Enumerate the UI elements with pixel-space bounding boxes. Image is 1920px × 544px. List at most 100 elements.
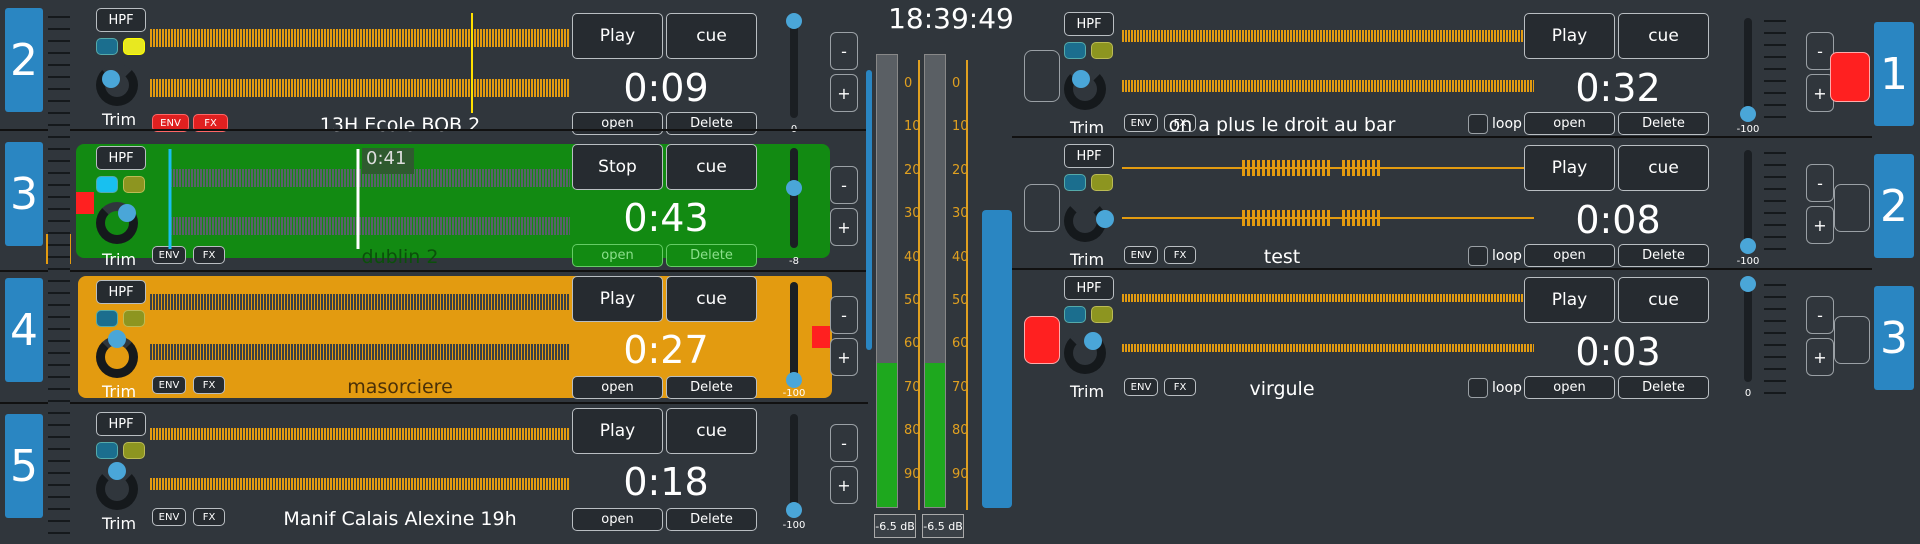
clock: 18:39:49	[888, 2, 1014, 35]
volume-slider[interactable]	[790, 18, 798, 118]
color-chip-blue[interactable]	[1064, 42, 1086, 59]
play-button[interactable]: Play	[572, 13, 663, 59]
waveform[interactable]	[1122, 144, 1534, 240]
color-chip-blue[interactable]	[96, 310, 118, 327]
waveform[interactable]	[150, 408, 570, 508]
volume-slider-knob[interactable]	[786, 13, 802, 29]
hpf-button[interactable]: HPF	[96, 412, 146, 436]
waveform[interactable]	[150, 144, 570, 250]
waveform[interactable]	[1122, 12, 1534, 108]
volume-slider-knob[interactable]	[786, 372, 802, 388]
play-button[interactable]: Play	[572, 276, 663, 322]
right-db-readout: -6.5 dB	[922, 514, 964, 538]
master-fader[interactable]	[982, 210, 1012, 508]
deck-number[interactable]: 2	[1874, 154, 1914, 258]
cue-button[interactable]: cue	[1618, 277, 1709, 323]
volume-slider[interactable]	[790, 282, 798, 382]
cue-button[interactable]: cue	[666, 144, 757, 190]
waveform[interactable]	[150, 8, 570, 114]
delete-button[interactable]: Delete	[1618, 244, 1709, 267]
deck-status-box[interactable]	[1024, 184, 1060, 232]
hpf-button[interactable]: HPF	[96, 146, 146, 170]
volume-slider[interactable]	[790, 148, 798, 248]
deck-number[interactable]: 1	[1874, 22, 1914, 126]
hpf-button[interactable]: HPF	[1064, 276, 1114, 300]
minus-button[interactable]: -	[830, 32, 858, 70]
deck-status-box[interactable]	[1834, 184, 1870, 232]
plus-button[interactable]: +	[830, 74, 858, 112]
play-button[interactable]: Play	[1524, 13, 1615, 59]
hpf-button[interactable]: HPF	[1064, 12, 1114, 36]
waveform[interactable]	[1122, 276, 1534, 372]
plus-button[interactable]: +	[1806, 206, 1834, 244]
open-button[interactable]: open	[1524, 244, 1615, 267]
deck-status-red[interactable]	[1830, 52, 1870, 102]
color-chip-yellow[interactable]	[123, 310, 145, 327]
plus-button[interactable]: +	[1806, 338, 1834, 376]
hpf-button[interactable]: HPF	[96, 280, 146, 304]
volume-slider-knob[interactable]	[1740, 276, 1756, 292]
scroll-indicator[interactable]	[866, 70, 872, 350]
loop-label: loop	[1492, 248, 1522, 264]
volume-slider-knob[interactable]	[1740, 238, 1756, 254]
deck-status-box[interactable]	[1834, 316, 1870, 364]
deck-status-red[interactable]	[1024, 316, 1060, 364]
hpf-button[interactable]: HPF	[1064, 144, 1114, 168]
env-button[interactable]: ENV	[152, 376, 186, 394]
color-chip-yellow[interactable]	[123, 442, 145, 459]
color-chip-blue[interactable]	[96, 442, 118, 459]
cue-button[interactable]: cue	[666, 13, 757, 59]
deck-status-box[interactable]	[1024, 50, 1060, 102]
delete-button[interactable]: Delete	[1618, 112, 1709, 135]
color-chip-blue[interactable]	[1064, 306, 1086, 323]
minus-button[interactable]: -	[1806, 296, 1834, 334]
deck-number[interactable]: 2	[5, 8, 43, 112]
volume-slider[interactable]	[1744, 150, 1752, 250]
volume-slider-knob[interactable]	[1740, 106, 1756, 122]
cue-button[interactable]: cue	[1618, 13, 1709, 59]
minus-button[interactable]: -	[830, 166, 858, 204]
color-chip-yellow[interactable]	[1091, 42, 1113, 59]
meter-scale-label: 0	[904, 76, 913, 91]
open-button[interactable]: open	[1524, 376, 1615, 399]
volume-slider[interactable]	[1744, 282, 1752, 382]
time-display: 0:03	[1575, 330, 1661, 374]
plus-button[interactable]: +	[830, 466, 858, 504]
volume-slider[interactable]	[1744, 18, 1752, 118]
minus-button[interactable]: -	[830, 424, 858, 462]
deck-number[interactable]: 3	[5, 142, 43, 246]
deck-number[interactable]: 4	[5, 278, 43, 382]
minus-button[interactable]: -	[830, 296, 858, 334]
volume-label: 0	[1744, 388, 1752, 399]
stop-button[interactable]: Stop	[572, 144, 663, 190]
minus-button[interactable]: -	[1806, 164, 1834, 202]
hpf-button[interactable]: HPF	[96, 8, 146, 32]
play-button[interactable]: Play	[572, 408, 663, 454]
plus-button[interactable]: +	[830, 338, 858, 376]
play-button[interactable]: Play	[1524, 145, 1615, 191]
env-button[interactable]: ENV	[152, 508, 186, 526]
color-chip-blue[interactable]	[96, 176, 118, 193]
cue-button[interactable]: cue	[666, 408, 757, 454]
deck-number[interactable]: 3	[1874, 286, 1914, 390]
volume-slider-knob[interactable]	[786, 502, 802, 518]
delete-button[interactable]: Delete	[1618, 376, 1709, 399]
play-button[interactable]: Play	[1524, 277, 1615, 323]
delete-button[interactable]: Delete	[666, 508, 757, 531]
volume-slider-knob[interactable]	[786, 180, 802, 196]
volume-slider[interactable]	[790, 414, 798, 514]
deck-number[interactable]: 5	[5, 414, 43, 518]
color-chip-yellow[interactable]	[1091, 306, 1113, 323]
cue-button[interactable]: cue	[1618, 145, 1709, 191]
color-chip-blue[interactable]	[1064, 174, 1086, 191]
waveform[interactable]	[150, 276, 570, 376]
color-chip-yellow[interactable]	[123, 176, 145, 193]
color-chip-yellow[interactable]	[123, 38, 145, 55]
color-chip-blue[interactable]	[96, 38, 118, 55]
cue-button[interactable]: cue	[666, 276, 757, 322]
delete-button[interactable]: Delete	[666, 376, 757, 399]
delete-button[interactable]: Delete	[666, 244, 757, 267]
color-chip-yellow[interactable]	[1091, 174, 1113, 191]
open-button[interactable]: open	[1524, 112, 1615, 135]
plus-button[interactable]: +	[830, 208, 858, 246]
